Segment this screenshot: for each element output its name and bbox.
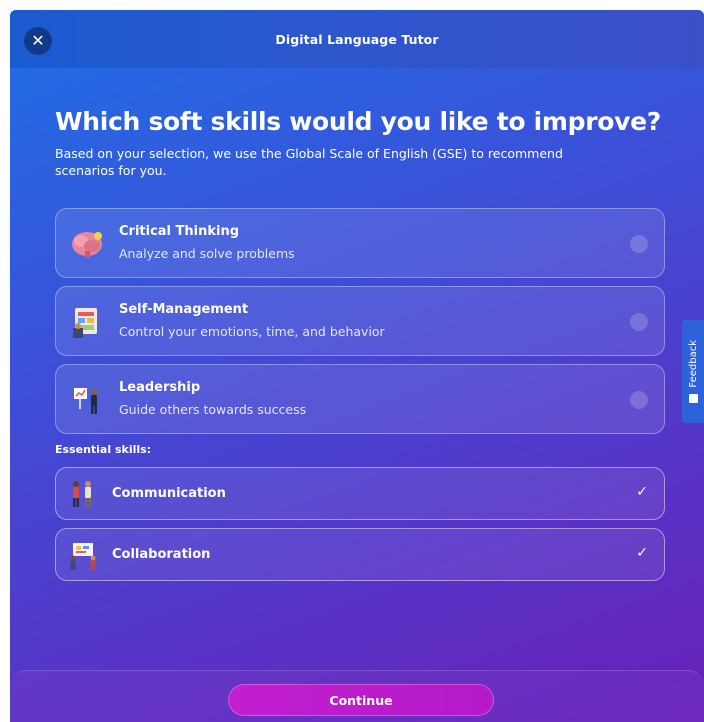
option-self-management[interactable]: Self-Management Control your emotions, t…	[55, 286, 665, 356]
option-description: Analyze and solve problems	[119, 246, 295, 261]
team-board-icon	[70, 543, 96, 570]
option-title: Critical Thinking	[119, 224, 240, 239]
option-radio[interactable]	[630, 235, 648, 253]
feedback-icon	[688, 393, 698, 403]
close-button[interactable]: ✕	[24, 27, 52, 55]
page-title: Which soft skills would you like to impr…	[55, 107, 662, 136]
check-icon: ✓	[636, 484, 648, 500]
skill-label: Collaboration	[112, 547, 211, 562]
option-title: Leadership	[119, 380, 201, 395]
option-description: Control your emotions, time, and behavio…	[119, 324, 385, 339]
brain-icon	[72, 232, 102, 258]
essential-skill-collaboration[interactable]: Collaboration ✓	[55, 528, 665, 581]
planner-icon	[73, 308, 97, 338]
page-subtitle: Based on your selection, we use the Glob…	[55, 146, 563, 178]
people-talking-icon	[73, 481, 91, 507]
close-icon: ✕	[31, 31, 45, 50]
top-bar: ✕ Digital Language Tutor	[10, 10, 704, 68]
option-critical-thinking[interactable]: Critical Thinking Analyze and solve prob…	[55, 208, 665, 278]
feedback-label: Feedback	[687, 340, 699, 388]
essential-skills-label: Essential skills:	[55, 443, 152, 456]
check-icon: ✓	[636, 545, 648, 561]
option-title: Self-Management	[119, 302, 249, 317]
footer-bar: Continue	[10, 670, 704, 722]
option-description: Guide others towards success	[119, 402, 307, 417]
tutor-window: ✕ Digital Language Tutor Which soft skil…	[10, 10, 704, 722]
option-radio[interactable]	[630, 313, 648, 331]
option-leadership[interactable]: Leadership Guide others towards success	[55, 364, 665, 434]
app-title: Digital Language Tutor	[275, 31, 439, 47]
continue-button[interactable]: Continue	[228, 684, 494, 716]
option-radio[interactable]	[630, 391, 648, 409]
skill-label: Communication	[112, 486, 226, 501]
feedback-tab[interactable]: Feedback	[682, 320, 704, 423]
intro: Which soft skills would you like to impr…	[55, 105, 665, 179]
presenter-icon	[74, 388, 97, 414]
essential-skill-communication[interactable]: Communication ✓	[55, 467, 665, 520]
